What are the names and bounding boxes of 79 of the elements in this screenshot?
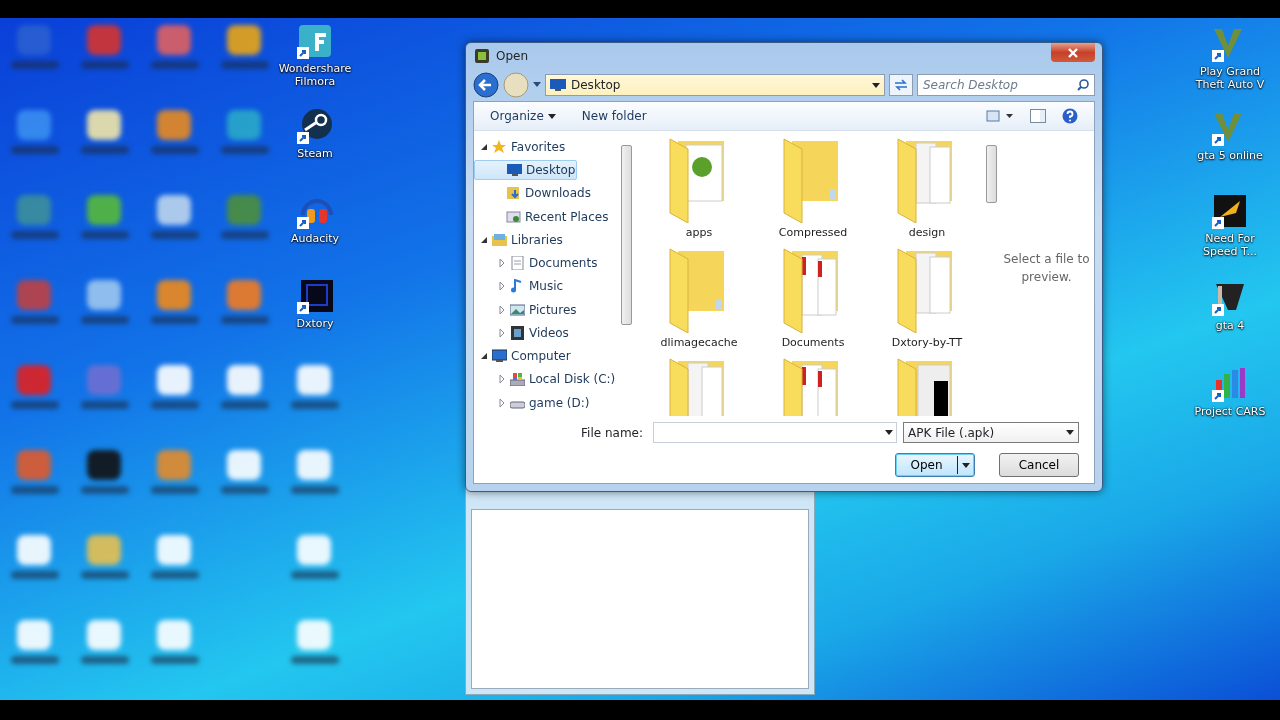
placeholder-text: Search Desktop (923, 77, 1019, 94)
refresh-button[interactable] (889, 74, 913, 96)
tree-item[interactable]: Computer (474, 346, 571, 366)
recent-places-icon (506, 209, 521, 224)
icon-label[interactable]: Dxtory (296, 317, 334, 330)
folder-label[interactable]: Compressed (778, 225, 848, 242)
tree-item[interactable]: Pictures (474, 299, 577, 320)
expand-arrow-icon[interactable] (480, 352, 488, 361)
tree-label: Videos (529, 324, 569, 342)
shortcut-icon[interactable] (295, 278, 335, 314)
tree-label: Pictures (529, 301, 577, 319)
close-icon[interactable] (1067, 47, 1079, 58)
tree-item[interactable]: Desktop (474, 160, 577, 180)
open-button[interactable]: Open (895, 453, 975, 477)
dropdown-icon[interactable] (885, 430, 893, 435)
cancel-button[interactable]: Cancel (999, 453, 1079, 477)
tree-label: Desktop (526, 162, 576, 180)
tree-label: Favorites (511, 138, 566, 156)
folder-label[interactable]: Dxtory-by-TT (891, 335, 963, 352)
address-bar[interactable]: Desktop (545, 74, 885, 96)
shortcut-icon[interactable] (295, 108, 335, 144)
search-icon[interactable] (1077, 79, 1089, 91)
file-name-field[interactable] (653, 422, 897, 443)
dropdown-icon[interactable] (962, 462, 970, 468)
tree-item[interactable]: Downloads (474, 183, 591, 204)
document-icon (510, 256, 525, 271)
tree-label: Local Disk (C:) (529, 371, 616, 389)
toolbar-button[interactable]: Organize (490, 107, 556, 125)
tree-label: Documents (529, 255, 598, 273)
dropdown-icon[interactable] (872, 82, 880, 88)
dropdown-icon (1066, 430, 1074, 435)
dropdown-icon (547, 113, 556, 119)
disk-icon (510, 372, 525, 387)
window-title: Open (496, 48, 529, 65)
expand-arrow-icon[interactable] (480, 235, 488, 244)
tree-item[interactable]: Libraries (474, 230, 563, 250)
file-type-dropdown[interactable]: APK File (.apk) (903, 422, 1079, 443)
tree-label: Music (529, 278, 564, 296)
tree-item[interactable]: Documents (474, 253, 598, 273)
folder-label[interactable]: design (908, 225, 946, 242)
preview-pane-button[interactable] (1030, 109, 1046, 123)
tree-item[interactable]: Recent Places (474, 206, 609, 227)
film-icon (510, 325, 525, 340)
tree-label: Recent Places (525, 208, 609, 226)
view-options-button[interactable] (986, 109, 1014, 123)
app-icon (474, 48, 490, 64)
library-icon (492, 232, 507, 247)
icon-label[interactable]: Steam (297, 147, 333, 160)
tree-item[interactable]: Videos (474, 323, 569, 343)
close-button[interactable] (1051, 43, 1095, 62)
icon-label[interactable]: Audacity (290, 232, 340, 245)
selected-value: APK File (.apk) (908, 424, 995, 442)
folder-label[interactable]: Documents (781, 335, 845, 352)
picture-icon (510, 302, 525, 317)
tree-item[interactable]: Favorites (474, 137, 566, 157)
folder-label[interactable]: dlimagecache (660, 335, 738, 352)
tree-item[interactable]: Music (474, 276, 564, 297)
help-icon[interactable] (1062, 108, 1078, 124)
toolbar-button[interactable]: New folder (581, 107, 647, 125)
tree-label: game (D:) (529, 394, 590, 412)
address-text: Desktop (571, 77, 622, 94)
tree-label: Computer (511, 348, 571, 366)
back-button[interactable] (473, 72, 499, 98)
monitor-icon (507, 163, 522, 178)
folder-icon (506, 186, 521, 201)
preview-message: Select a file to preview. (1002, 250, 1091, 286)
tree-item[interactable]: game (D:) (474, 392, 590, 413)
icon-label[interactable]: Wondershare Filmora (275, 62, 355, 88)
computer-icon (492, 349, 507, 364)
tree-label: Downloads (525, 185, 591, 203)
tree-label: Libraries (511, 231, 563, 249)
monitor-icon (550, 79, 566, 91)
folder-label[interactable]: apps (685, 225, 713, 242)
icon-label[interactable]: Play Grand Theft Auto V (1190, 65, 1270, 91)
expand-arrow-icon[interactable] (480, 142, 488, 151)
search-field[interactable]: Search Desktop (917, 74, 1095, 96)
star-icon (492, 139, 507, 154)
field-label: File name: (581, 424, 643, 442)
tree-item[interactable]: Local Disk (C:) (474, 369, 616, 390)
